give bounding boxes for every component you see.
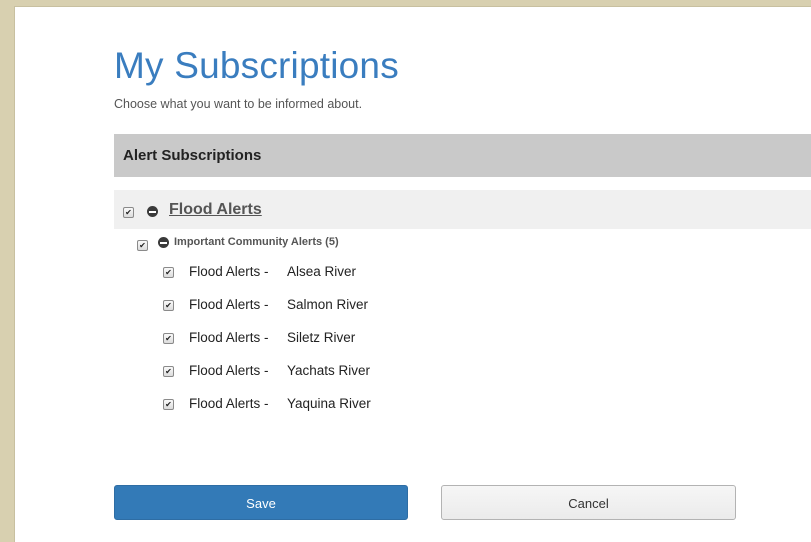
group-checkbox[interactable]: ✔ <box>123 207 134 218</box>
page-subtitle: Choose what you want to be informed abou… <box>114 97 363 111</box>
subgroup-collapse-minus-icon[interactable] <box>158 237 169 248</box>
item-river-label: Siletz River <box>287 330 356 345</box>
item-checkbox[interactable]: ✔ <box>163 267 174 278</box>
save-button[interactable]: Save <box>114 485 408 520</box>
subgroup-label: Important Community Alerts (5) <box>174 236 339 248</box>
section-header-label: Alert Subscriptions <box>123 147 262 164</box>
item-kind-label: Flood Alerts - <box>189 330 269 345</box>
item-river-label: Yachats River <box>287 363 371 378</box>
item-checkbox[interactable]: ✔ <box>163 333 174 344</box>
item-kind-label: Flood Alerts - <box>189 363 269 378</box>
subgroup-checkbox[interactable]: ✔ <box>137 240 148 251</box>
item-river-label: Salmon River <box>287 297 369 312</box>
item-river-label: Yaquina River <box>287 396 371 411</box>
item-river-label: Alsea River <box>287 264 357 279</box>
item-checkbox[interactable]: ✔ <box>163 399 174 410</box>
page-title: My Subscriptions <box>114 45 399 86</box>
group-row-flood-alerts: ✔ Flood Alerts <box>114 190 811 229</box>
item-kind-label: Flood Alerts - <box>189 396 269 411</box>
group-link-flood-alerts[interactable]: Flood Alerts <box>169 201 262 219</box>
section-header: Alert Subscriptions <box>114 134 811 177</box>
subscriptions-panel: My Subscriptions Choose what you want to… <box>14 6 811 542</box>
item-kind-label: Flood Alerts - <box>189 297 269 312</box>
item-checkbox[interactable]: ✔ <box>163 366 174 377</box>
cancel-button[interactable]: Cancel <box>441 485 736 520</box>
item-kind-label: Flood Alerts - <box>189 264 269 279</box>
item-checkbox[interactable]: ✔ <box>163 300 174 311</box>
collapse-minus-icon[interactable] <box>147 206 158 217</box>
